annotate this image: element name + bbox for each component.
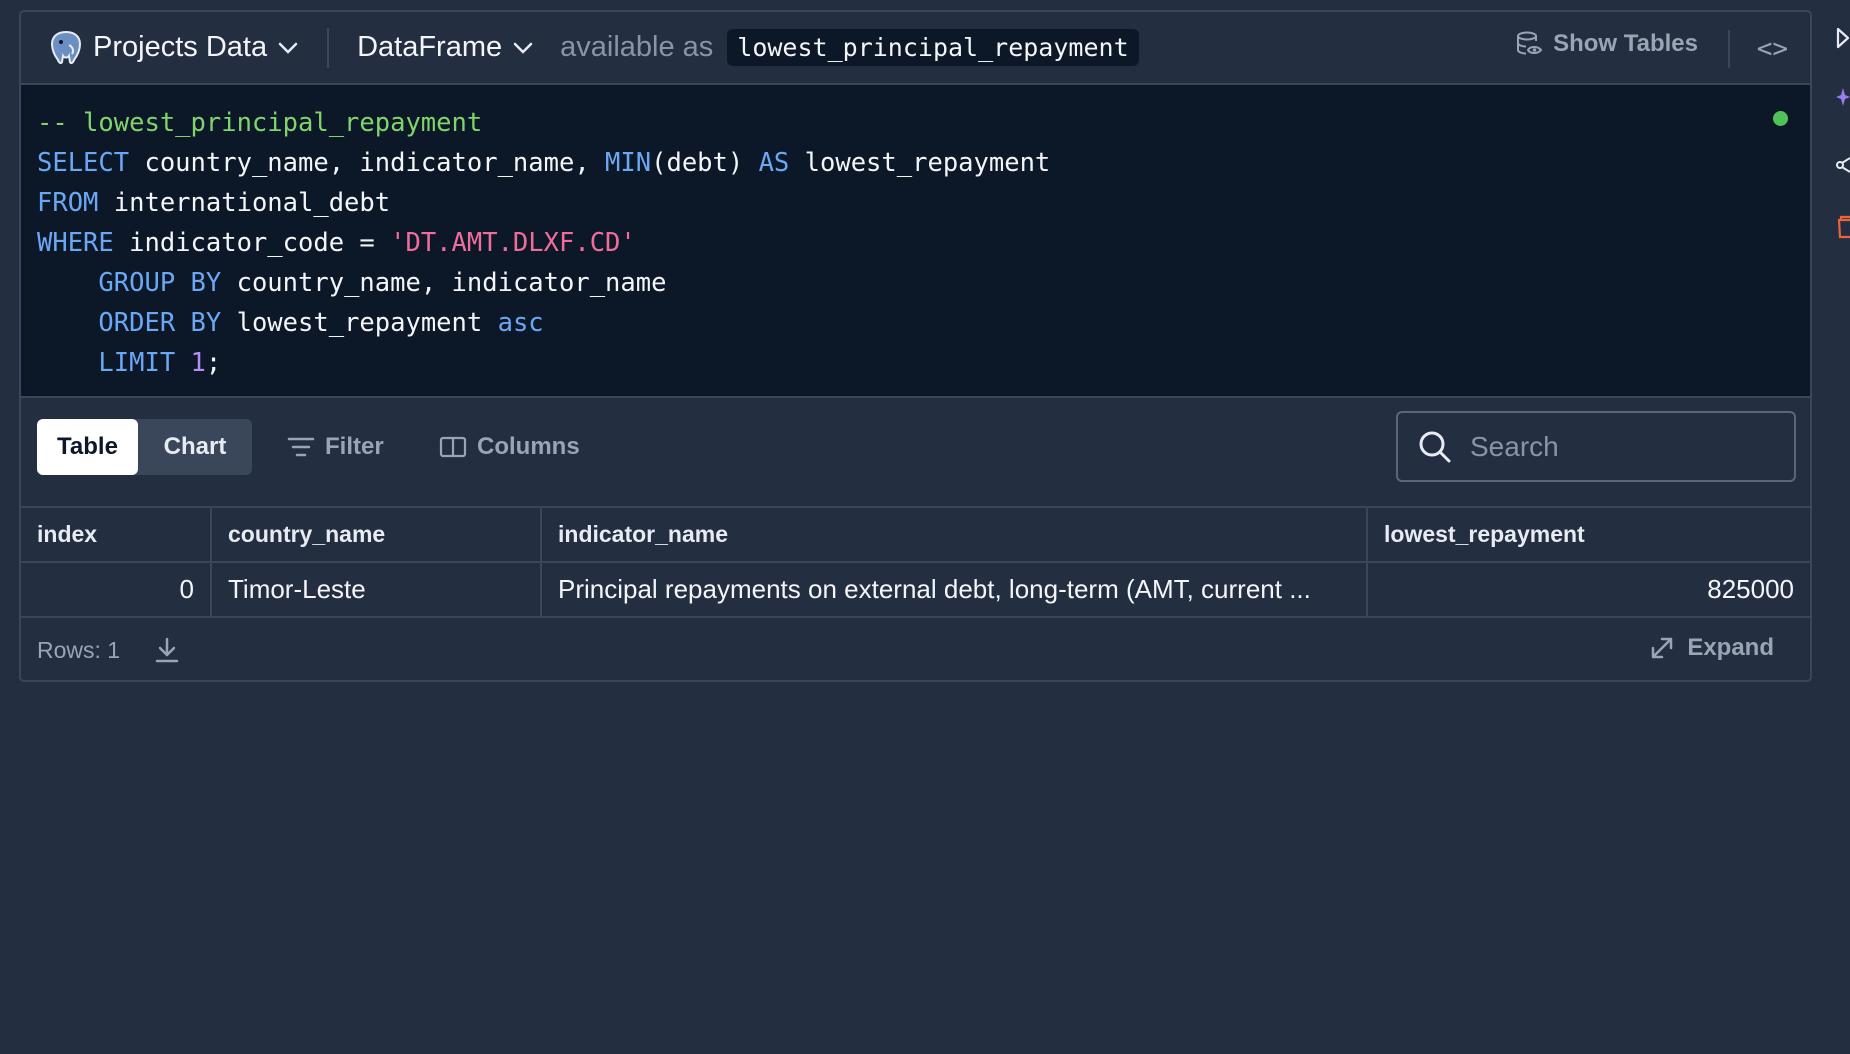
- code-line[interactable]: -- lowest_principal_repayment: [37, 103, 1810, 143]
- sql-keyword: AS: [758, 148, 790, 178]
- chevron-down-icon: [513, 42, 533, 54]
- sql-text: country_name, indicator_name,: [129, 148, 606, 178]
- sql-text: lowest_repayment: [221, 308, 498, 338]
- sql-keyword: GROUP BY: [98, 268, 222, 298]
- show-tables-button[interactable]: Show Tables: [1515, 30, 1698, 58]
- database-name: Projects Data: [93, 31, 268, 63]
- filter-label: Filter: [325, 433, 384, 460]
- variable-name-badge[interactable]: lowest_principal_repayment: [727, 29, 1139, 66]
- code-line[interactable]: ORDER BY lowest_repayment asc: [37, 303, 1810, 343]
- code-line[interactable]: WHERE indicator_code = 'DT.AMT.DLXF.CD': [37, 223, 1810, 263]
- download-icon[interactable]: [154, 636, 180, 664]
- search-icon: [1419, 431, 1451, 462]
- sql-cell: Projects Data DataFrame available as low…: [19, 10, 1812, 682]
- share-icon[interactable]: [1836, 154, 1850, 176]
- tab-chart[interactable]: Chart: [138, 419, 252, 475]
- run-icon[interactable]: [1836, 26, 1850, 50]
- column-header-country-name[interactable]: country_name: [212, 508, 542, 561]
- sql-keyword: LIMIT: [98, 348, 176, 378]
- postgres-elephant-icon: [50, 30, 82, 64]
- filter-icon: [287, 437, 315, 457]
- table-cell-indicator-name: Principal repayments on external debt, l…: [542, 563, 1368, 616]
- code-toggle-icon[interactable]: <>: [1757, 34, 1788, 64]
- available-as-label: available as: [560, 31, 714, 63]
- sql-keyword: WHERE: [37, 228, 114, 258]
- show-tables-label: Show Tables: [1553, 30, 1698, 57]
- result-table: index country_name indicator_name lowest…: [21, 508, 1810, 618]
- table-cell-lowest-repayment: 825000: [1707, 574, 1794, 604]
- columns-button[interactable]: Columns: [439, 433, 580, 461]
- view-toggle: Table Chart: [37, 419, 252, 475]
- code-line[interactable]: SELECT country_name, indicator_name, MIN…: [37, 143, 1810, 183]
- chevron-down-icon: [278, 42, 298, 54]
- delete-icon[interactable]: [1836, 214, 1850, 240]
- table-row: 0 Timor-Leste Principal repayments on ex…: [21, 563, 1810, 618]
- table-cell-country-name: Timor-Leste: [212, 563, 542, 616]
- column-header-index[interactable]: index: [21, 508, 212, 561]
- sql-text: indicator_code =: [113, 228, 391, 258]
- code-line[interactable]: GROUP BY country_name, indicator_name: [37, 263, 1810, 303]
- sql-text: (debt): [651, 148, 759, 178]
- header-divider: [327, 27, 330, 68]
- sql-text: country_name, indicator_name: [221, 268, 667, 298]
- tab-table[interactable]: Table: [37, 419, 138, 475]
- sql-number: 1: [190, 348, 206, 378]
- sql-keyword: SELECT: [37, 148, 130, 178]
- database-selector[interactable]: Projects Data: [49, 29, 299, 67]
- columns-label: Columns: [477, 433, 580, 460]
- expand-label: Expand: [1687, 634, 1774, 661]
- search-input[interactable]: [1470, 430, 1770, 463]
- database-eye-icon: [1517, 31, 1543, 55]
- cell-header: Projects Data DataFrame available as low…: [21, 12, 1810, 85]
- sql-keyword: FROM: [37, 188, 99, 218]
- sql-text: international_debt: [98, 188, 391, 218]
- sql-string: 'DT.AMT.DLXF.CD': [390, 228, 636, 258]
- expand-icon: [1652, 637, 1673, 659]
- search-box[interactable]: [1396, 411, 1796, 482]
- result-toolbar: Table Chart Filter Columns: [21, 398, 1810, 508]
- table-header-row: index country_name indicator_name lowest…: [21, 508, 1810, 563]
- status-dot: [1773, 111, 1788, 126]
- columns-icon: [439, 436, 467, 458]
- sql-keyword: asc: [497, 308, 544, 338]
- column-header-indicator-name[interactable]: indicator_name: [542, 508, 1368, 561]
- output-type-selector[interactable]: DataFrame: [357, 31, 534, 64]
- output-type-label: DataFrame: [357, 31, 503, 63]
- table-footer: Rows: 1 Expand: [21, 620, 1810, 680]
- sql-comment: -- lowest_principal_repayment: [37, 108, 483, 138]
- code-area[interactable]: -- lowest_principal_repayment SELECT coun…: [37, 103, 1810, 383]
- filter-button[interactable]: Filter: [287, 433, 384, 461]
- sql-text: lowest_repayment: [789, 148, 1051, 178]
- sql-keyword: ORDER BY: [98, 308, 222, 338]
- row-count: Rows: 1: [37, 636, 121, 663]
- sql-text: ;: [205, 348, 222, 378]
- header-divider: [1728, 30, 1730, 68]
- sql-editor[interactable]: -- lowest_principal_repayment SELECT coun…: [21, 85, 1810, 398]
- column-header-lowest-repayment[interactable]: lowest_repayment: [1368, 508, 1810, 561]
- expand-button[interactable]: Expand: [1649, 634, 1774, 662]
- sql-keyword: MIN: [605, 148, 652, 178]
- code-line[interactable]: FROM international_debt: [37, 183, 1810, 223]
- code-line[interactable]: LIMIT 1;: [37, 343, 1810, 383]
- ai-sparkle-icon[interactable]: [1836, 86, 1850, 112]
- table-cell-index: 0: [21, 563, 212, 616]
